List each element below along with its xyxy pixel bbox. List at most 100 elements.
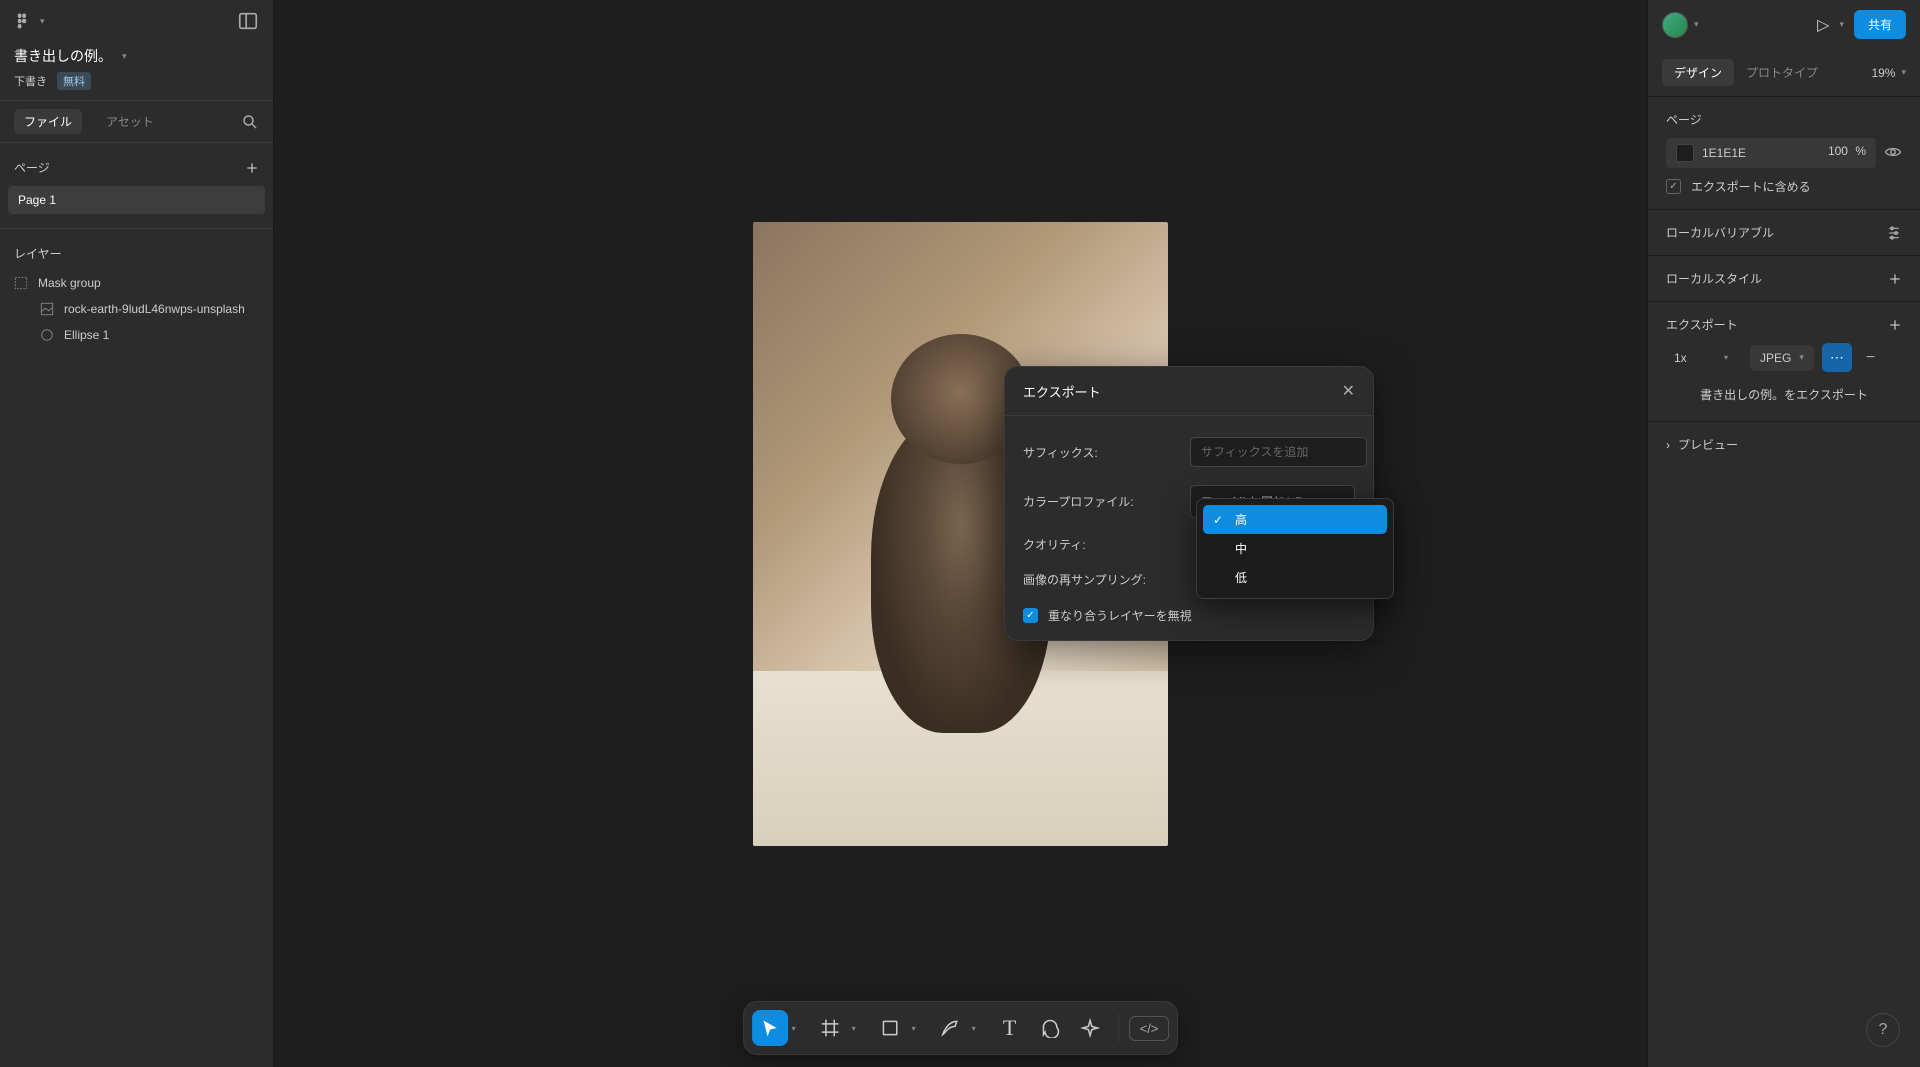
left-sidebar: ▾ 書き出しの例。 ▾ 下書き 無料 ファイル アセット ページ Page 1	[0, 0, 274, 1067]
layer-item-image[interactable]: rock-earth-9ludL46nwps-unsplash	[14, 296, 259, 322]
rectangle-tool[interactable]	[872, 1010, 908, 1046]
preview-toggle[interactable]: › プレビュー	[1648, 422, 1920, 467]
styles-panel-title: ローカルスタイル	[1666, 270, 1762, 287]
rectangle-icon	[880, 1018, 900, 1038]
text-tool[interactable]: T	[992, 1010, 1028, 1046]
option-label: 低	[1235, 569, 1247, 586]
frame-tool[interactable]	[812, 1010, 848, 1046]
pen-icon	[940, 1018, 960, 1038]
panel-toggle-icon[interactable]	[237, 10, 259, 32]
chevron-down-icon[interactable]: ▾	[1839, 19, 1844, 30]
comment-tool[interactable]	[1032, 1010, 1068, 1046]
cursor-icon	[760, 1018, 780, 1038]
divider	[1118, 1014, 1119, 1042]
chevron-down-icon[interactable]: ▾	[852, 1024, 864, 1033]
help-button[interactable]: ?	[1866, 1013, 1900, 1047]
opacity-unit: %	[1855, 144, 1866, 158]
quality-option-medium[interactable]: ✓ 中	[1203, 534, 1387, 563]
file-title[interactable]: 書き出しの例。	[14, 46, 112, 66]
quality-option-high[interactable]: ✓ 高	[1203, 505, 1387, 534]
layer-item-ellipse[interactable]: Ellipse 1	[14, 322, 259, 348]
add-export-icon[interactable]	[1888, 318, 1902, 332]
chevron-down-icon[interactable]: ▾	[912, 1024, 924, 1033]
add-page-icon[interactable]	[245, 161, 259, 175]
suffix-input[interactable]	[1190, 437, 1367, 467]
image-icon	[40, 302, 54, 316]
move-tool[interactable]	[752, 1010, 788, 1046]
pages-header[interactable]: ページ	[14, 159, 50, 176]
draft-label: 下書き	[14, 73, 47, 89]
ignore-overlap-checkbox[interactable]: ✓	[1023, 608, 1038, 623]
remove-export-icon[interactable]: −	[1860, 349, 1881, 367]
dialog-title: エクスポート	[1023, 382, 1101, 401]
layer-name: rock-earth-9ludL46nwps-unsplash	[64, 302, 245, 316]
include-export-checkbox[interactable]: ✓	[1666, 179, 1681, 194]
dev-mode-button[interactable]: </>	[1129, 1016, 1170, 1041]
background-color-input[interactable]: 1E1E1E 100 %	[1666, 138, 1876, 168]
check-icon: ✓	[1213, 513, 1225, 527]
suffix-label: サフィックス:	[1023, 444, 1178, 461]
code-icon: </>	[1140, 1021, 1159, 1036]
page-item[interactable]: Page 1	[8, 186, 265, 214]
color-swatch[interactable]	[1676, 144, 1694, 162]
format-value: JPEG	[1760, 351, 1791, 365]
ignore-overlap-label: 重なり合うレイヤーを無視	[1048, 607, 1192, 624]
layers-header: レイヤー	[14, 239, 259, 270]
preview-label: プレビュー	[1678, 436, 1738, 453]
visibility-icon[interactable]	[1884, 143, 1902, 164]
option-label: 高	[1235, 511, 1247, 528]
resampling-label: 画像の再サンプリング:	[1023, 571, 1178, 588]
play-icon[interactable]: ▷	[1817, 15, 1829, 35]
export-format-select[interactable]: JPEG ▾	[1750, 345, 1814, 371]
ellipse-icon	[40, 328, 54, 342]
export-options-button[interactable]: ⋯	[1822, 343, 1852, 372]
include-export-label: エクスポートに含める	[1691, 178, 1811, 195]
file-menu-chevron-icon[interactable]: ▾	[122, 51, 127, 62]
chevron-down-icon[interactable]: ▾	[1694, 19, 1699, 30]
comment-icon	[1040, 1018, 1060, 1038]
pen-tool[interactable]	[932, 1010, 968, 1046]
main-menu-button[interactable]: ▾	[14, 12, 45, 30]
actions-tool[interactable]	[1072, 1010, 1108, 1046]
figma-logo-icon	[14, 12, 32, 30]
quality-dropdown: ✓ 高 ✓ 中 ✓ 低	[1196, 498, 1394, 599]
chevron-down-icon: ▾	[40, 16, 45, 27]
quality-option-low[interactable]: ✓ 低	[1203, 563, 1387, 592]
chevron-down-icon[interactable]: ▾	[972, 1024, 984, 1033]
export-scale-input[interactable]: 1x	[1666, 345, 1716, 371]
chevron-down-icon[interactable]: ▾	[792, 1024, 804, 1033]
page-panel-title: ページ	[1666, 111, 1902, 128]
layer-item-mask-group[interactable]: Mask group	[14, 270, 259, 296]
zoom-value: 19%	[1871, 66, 1895, 80]
right-sidebar: ▾ ▷ ▾ 共有 デザイン プロトタイプ 19% ▾ ページ 1E	[1647, 0, 1920, 1067]
add-style-icon[interactable]	[1888, 272, 1902, 286]
close-icon[interactable]: ✕	[1342, 381, 1355, 401]
color-profile-label: カラープロファイル:	[1023, 493, 1178, 510]
settings-icon[interactable]	[1886, 225, 1902, 241]
opacity-value: 100	[1828, 144, 1848, 158]
free-badge: 無料	[57, 72, 91, 90]
tab-assets[interactable]: アセット	[96, 109, 164, 134]
color-hex: 1E1E1E	[1702, 146, 1746, 160]
tab-file[interactable]: ファイル	[14, 109, 82, 134]
zoom-control[interactable]: 19% ▾	[1871, 66, 1906, 80]
tab-design[interactable]: デザイン	[1662, 59, 1734, 86]
export-panel-title: エクスポート	[1666, 316, 1738, 333]
search-icon[interactable]	[241, 113, 259, 131]
canvas[interactable]: エクスポート ✕ サフィックス: カラープロファイル: ファイルと同じ(sR..…	[274, 0, 1647, 1067]
chevron-down-icon[interactable]: ▾	[1724, 353, 1742, 362]
layer-name: Mask group	[38, 276, 101, 290]
share-button[interactable]: 共有	[1854, 10, 1906, 39]
avatar[interactable]	[1662, 12, 1688, 38]
chevron-down-icon: ▾	[1901, 67, 1906, 78]
export-button[interactable]: 書き出しの例。をエクスポート	[1666, 372, 1902, 407]
frame-icon	[820, 1018, 840, 1038]
chevron-down-icon: ▾	[1799, 352, 1804, 363]
option-label: 中	[1235, 540, 1247, 557]
quality-label: クオリティ:	[1023, 536, 1178, 553]
chevron-right-icon: ›	[1666, 438, 1670, 452]
tab-prototype[interactable]: プロトタイプ	[1734, 59, 1830, 86]
variables-panel-title: ローカルバリアブル	[1666, 224, 1774, 241]
layer-name: Ellipse 1	[64, 328, 109, 342]
bottom-toolbar: ▾ ▾ ▾ ▾ T </>	[743, 1001, 1179, 1055]
